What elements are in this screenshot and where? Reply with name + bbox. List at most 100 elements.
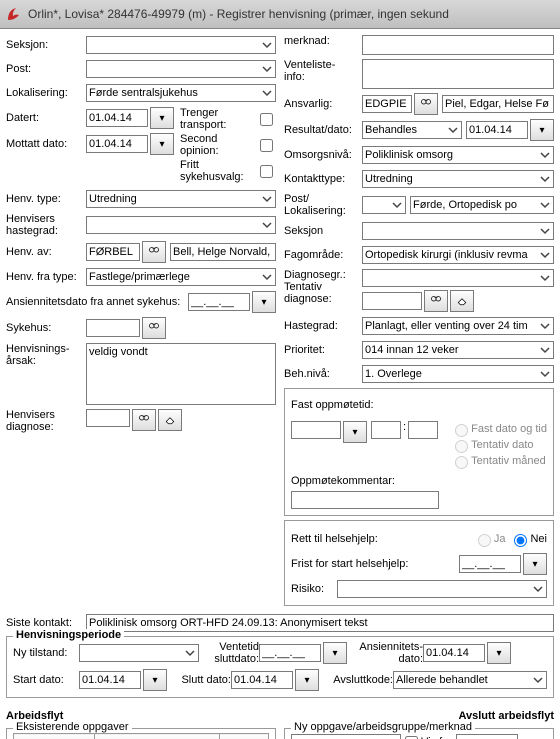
lokalisering-select[interactable]: Førde sentralsjukehus: [86, 84, 276, 102]
ansvarlig-name-input[interactable]: [442, 95, 554, 113]
mottatt-dropdown-icon[interactable]: ▾: [150, 133, 174, 155]
nyoppg-legend: Ny oppgave/arbeidsgruppe/merknad: [291, 721, 475, 733]
ja-radio[interactable]: Ja: [473, 531, 506, 547]
henvav-name-input[interactable]: [170, 243, 276, 261]
visfra-input[interactable]: [456, 734, 518, 739]
fast-oppmoete-label: Fast oppmøtetid:: [291, 399, 374, 411]
ansvarlig-search-icon[interactable]: [414, 93, 438, 115]
resultat-dato-dropdown-icon[interactable]: ▾: [530, 119, 554, 141]
resultat-select[interactable]: Behandles: [362, 121, 462, 139]
eksisterende-legend: Eksisterende oppgaver: [13, 721, 132, 733]
visfra-check[interactable]: Vis fra: [405, 736, 452, 739]
oppmote-komm-input[interactable]: [291, 491, 439, 509]
tentativ-erase-icon[interactable]: [450, 290, 474, 312]
hastegrad-r-select[interactable]: Planlagt, eller venting over 24 tim: [362, 317, 554, 335]
henvav-search-icon[interactable]: [142, 241, 166, 263]
fast-oppmoete-time2[interactable]: [408, 421, 438, 439]
avsl-select[interactable]: Allerede behandlet: [393, 671, 547, 689]
venteliste-textarea[interactable]: [362, 59, 554, 89]
fastdato-radio[interactable]: Fast dato og tid: [450, 421, 547, 437]
tentativmnd-radio[interactable]: Tentativ måned: [450, 453, 547, 469]
prioritet-select[interactable]: 014 innan 12 veker: [362, 341, 554, 359]
henvfra-select[interactable]: Fastlege/primærlege: [86, 268, 276, 286]
risiko-select[interactable]: [337, 580, 547, 598]
datert-input[interactable]: [86, 109, 148, 127]
start-input[interactable]: [79, 671, 141, 689]
col-type[interactable]: Type: [14, 734, 95, 739]
rett-label: Rett til helsehjelp:: [291, 533, 473, 545]
slutt-dropdown-icon[interactable]: ▾: [295, 669, 319, 691]
col-gruppe[interactable]: Arbeidsgruppe: [94, 734, 219, 739]
ansvarlig-code-input[interactable]: [362, 95, 412, 113]
slutt-input[interactable]: [231, 671, 293, 689]
omsorg-label: Omsorgsnivå:: [284, 149, 362, 161]
fagomraade-select[interactable]: Ortopedisk kirurgi (inklusiv revma: [362, 246, 554, 264]
hastegrad-label: Henvisers hastegrad:: [6, 213, 86, 237]
diag-label: Diagnosegr.: Tentativ diagnose:: [284, 269, 362, 305]
henvtype-label: Henv. type:: [6, 193, 86, 205]
postlok-label: Post/ Lokalisering:: [284, 193, 362, 217]
datert-label: Datert:: [6, 112, 86, 124]
ansi-label: Ansiennitets- dato:: [351, 641, 423, 665]
kontakt-label: Kontakttype:: [284, 173, 362, 185]
tentativ-input[interactable]: [362, 292, 422, 310]
henvav-label: Henv. av:: [6, 246, 86, 258]
diagnose-search-icon[interactable]: [132, 409, 156, 431]
seksjon-r-label: Seksjon: [284, 225, 362, 237]
app-icon: [6, 6, 22, 22]
post-select[interactable]: [86, 60, 276, 78]
merknad-textarea[interactable]: [362, 35, 554, 55]
second-check-label[interactable]: Second opinion:: [180, 133, 276, 157]
ansi-input[interactable]: [423, 644, 485, 662]
frist-dropdown-icon[interactable]: ▾: [523, 553, 547, 575]
ansi-dropdown-icon[interactable]: ▾: [487, 642, 511, 664]
fritt-check-label[interactable]: Fritt sykehusvalg:: [180, 159, 276, 183]
omsorg-select[interactable]: Poliklinisk omsorg: [362, 146, 554, 164]
postlok2-select[interactable]: Førde, Ortopedisk po: [410, 196, 554, 214]
fast-oppmoete-dropdown-icon[interactable]: ▾: [343, 421, 367, 443]
ansiennitet-input[interactable]: [188, 293, 250, 311]
start-label: Start dato:: [13, 674, 79, 686]
nyoppg-select[interactable]: [291, 734, 401, 739]
start-dropdown-icon[interactable]: ▾: [143, 669, 167, 691]
oppmote-komm-label: Oppmøtekommentar:: [291, 475, 395, 487]
vent-input[interactable]: [259, 644, 321, 662]
datert-dropdown-icon[interactable]: ▾: [150, 107, 174, 129]
seksjon-r-select[interactable]: [362, 222, 554, 240]
diag-select[interactable]: [362, 269, 554, 287]
henvav-code-input[interactable]: [86, 243, 140, 261]
ansiennitet-label: Ansiennitetsdato fra annet sykehus:: [6, 296, 188, 308]
behnivaa-label: Beh.nivå:: [284, 368, 362, 380]
sykehus-input[interactable]: [86, 319, 140, 337]
seksjon-label: Seksjon:: [6, 39, 86, 51]
sykehus-search-icon[interactable]: [142, 317, 166, 339]
fast-oppmoete-time1[interactable]: [371, 421, 401, 439]
frist-input[interactable]: [459, 555, 521, 573]
siste-input[interactable]: [86, 614, 554, 632]
tentativ-search-icon[interactable]: [424, 290, 448, 312]
diagnose-input[interactable]: [86, 409, 130, 427]
hastegrad-select[interactable]: [86, 216, 276, 234]
hastegrad-r-label: Hastegrad:: [284, 320, 362, 332]
postlok1-select[interactable]: [362, 196, 406, 214]
seksjon-select[interactable]: [86, 36, 276, 54]
prioritet-label: Prioritet:: [284, 344, 362, 356]
oppgaver-table[interactable]: TypeArbeidsgruppeUtført? OppfølgingSO Fø…: [13, 733, 269, 739]
mottatt-label: Mottatt dato:: [6, 138, 86, 150]
resultat-dato-input[interactable]: [466, 121, 528, 139]
diagnose-erase-icon[interactable]: [158, 409, 182, 431]
kontakt-select[interactable]: Utredning: [362, 170, 554, 188]
fast-oppmoete-input[interactable]: [291, 421, 341, 439]
aarsak-textarea[interactable]: veldig vondt: [86, 343, 276, 405]
behnivaa-select[interactable]: 1. Overlege: [362, 365, 554, 383]
ansiennitet-dropdown-icon[interactable]: ▾: [252, 291, 276, 313]
col-utfort[interactable]: Utført?: [220, 734, 269, 739]
nytil-select[interactable]: [79, 644, 199, 662]
vent-dropdown-icon[interactable]: ▾: [323, 642, 347, 664]
tentativdato-radio[interactable]: Tentativ dato: [450, 437, 547, 453]
transport-check-label[interactable]: Trenger transport:: [180, 107, 276, 131]
nei-radio[interactable]: Nei: [509, 531, 547, 547]
merknad-label: merknad:: [284, 35, 362, 47]
mottatt-input[interactable]: [86, 135, 148, 153]
henvtype-select[interactable]: Utredning: [86, 190, 276, 208]
